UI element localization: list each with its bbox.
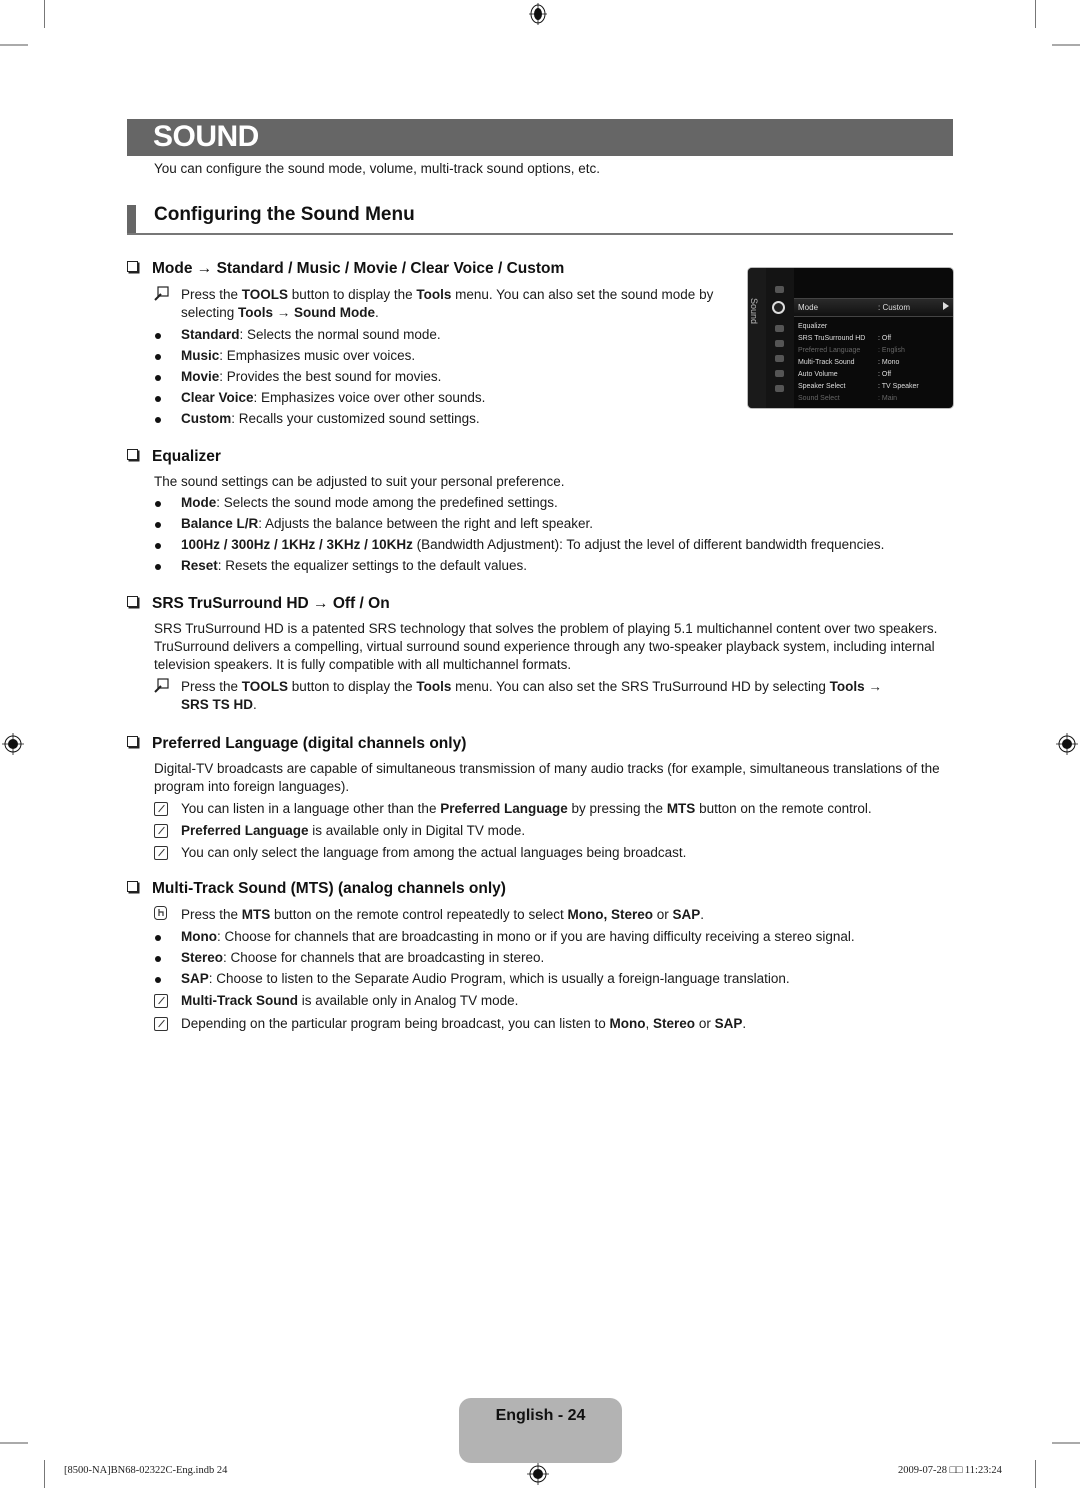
menu-row: Multi-Track Sound: Mono: [798, 359, 900, 366]
input-icon: [775, 355, 784, 362]
subsection-equalizer-heading: Equalizer: [127, 448, 221, 466]
sound-icon: [772, 301, 785, 314]
menu-side-strip: Sound: [748, 268, 766, 408]
heading-text: Preferred Language (digital channels onl…: [152, 735, 467, 752]
tools-icon: [154, 286, 174, 306]
support-icon: [775, 385, 784, 392]
section-heading: Configuring the Sound Menu: [127, 203, 953, 235]
section-title: Configuring the Sound Menu: [154, 204, 415, 225]
crop-mark: [1052, 1442, 1080, 1444]
print-timestamp: 2009-07-28 □□ 11:23:24: [898, 1465, 1002, 1476]
crop-mark: [44, 0, 45, 28]
menu-row: Auto Volume: Off: [798, 371, 892, 378]
crop-mark: [1035, 0, 1036, 28]
heading-text: Equalizer: [152, 448, 221, 465]
menu-row: Mode: Custom: [798, 303, 911, 312]
registration-mark-icon: [527, 1463, 549, 1485]
srs-body: SRS TruSurround HD is a patented SRS tec…: [154, 621, 938, 672]
menu-row: Sound Select: Main: [798, 395, 898, 402]
heading-text: Multi-Track Sound (MTS) (analog channels…: [152, 880, 506, 897]
note-icon: [154, 846, 168, 860]
note-icon: [154, 802, 168, 816]
heading-text: Mode → Standard / Music / Movie / Clear …: [152, 260, 565, 277]
checkbox-square-icon: [127, 881, 138, 892]
menu-icon-column: [766, 268, 794, 408]
page-title-bar: SOUND: [127, 119, 953, 156]
bullet-icon: [155, 543, 161, 549]
tools-note-text: Press the TOOLS button to display the To…: [181, 679, 882, 712]
page-number: English - 24: [495, 1407, 586, 1424]
bullet-icon: [155, 333, 161, 339]
bullet-icon: [155, 396, 161, 402]
file-slug: [8500-NA]BN68-02322C-Eng.indb 24: [64, 1465, 228, 1476]
bullet-icon: [155, 977, 161, 983]
tools-note-text: Press the TOOLS button to display the To…: [181, 287, 714, 320]
bullet-icon: [155, 501, 161, 507]
note-icon: [154, 1017, 168, 1031]
menu-row: Preferred Language: English: [798, 347, 905, 354]
registration-mark-icon: [1056, 733, 1078, 755]
setup-icon: [775, 340, 784, 347]
checkbox-square-icon: [127, 261, 138, 272]
crop-mark: [0, 1442, 28, 1444]
registration-mark-icon: [529, 3, 547, 25]
subsection-mts-heading: Multi-Track Sound (MTS) (analog channels…: [127, 880, 506, 898]
bullet-icon: [155, 935, 161, 941]
crop-mark: [0, 44, 28, 46]
equalizer-intro: The sound settings can be adjusted to su…: [154, 474, 565, 489]
crop-mark: [1052, 44, 1080, 46]
subsection-mode-heading: Mode → Standard / Music / Movie / Clear …: [127, 260, 564, 278]
channel-icon: [775, 325, 784, 332]
heading-text: SRS TruSurround HD → Off / On: [152, 595, 390, 612]
checkbox-square-icon: [127, 596, 138, 607]
menu-row: Equalizer: [798, 323, 828, 330]
subsection-srs-heading: SRS TruSurround HD → Off / On: [127, 595, 390, 613]
menu-row: SRS TruSurround HD: Off: [798, 335, 892, 342]
bullet-icon: [155, 522, 161, 528]
checkbox-square-icon: [127, 736, 138, 747]
crop-mark: [1035, 1460, 1036, 1488]
arrow-right-icon: [943, 302, 949, 310]
registration-mark-icon: [2, 733, 24, 755]
menu-row: Speaker Select: TV Speaker: [798, 383, 919, 390]
intro-text: You can configure the sound mode, volume…: [154, 161, 601, 176]
note-icon: [154, 994, 168, 1008]
picture-icon: [775, 286, 784, 293]
preferred-language-body: Digital-TV broadcasts are capable of sim…: [154, 761, 940, 794]
bullet-icon: [155, 354, 161, 360]
bullet-icon: [155, 375, 161, 381]
tools-icon: [154, 678, 174, 698]
application-icon: [775, 370, 784, 377]
subsection-preferred-language-heading: Preferred Language (digital channels onl…: [127, 735, 466, 753]
note-icon: [154, 824, 168, 838]
bullet-icon: [155, 564, 161, 570]
page-number-tab: English - 24: [459, 1398, 622, 1463]
bullet-icon: [155, 956, 161, 962]
tv-sound-menu-screenshot: Sound Mode: Custom Equalizer SRS TruSurr…: [748, 268, 953, 408]
bullet-icon: [155, 417, 161, 423]
remote-button-icon: [154, 906, 174, 925]
checkbox-square-icon: [127, 449, 138, 460]
menu-category-label: Sound: [749, 298, 759, 325]
page-title: SOUND: [153, 120, 259, 153]
section-marker: [127, 205, 136, 233]
crop-mark: [44, 1460, 45, 1488]
